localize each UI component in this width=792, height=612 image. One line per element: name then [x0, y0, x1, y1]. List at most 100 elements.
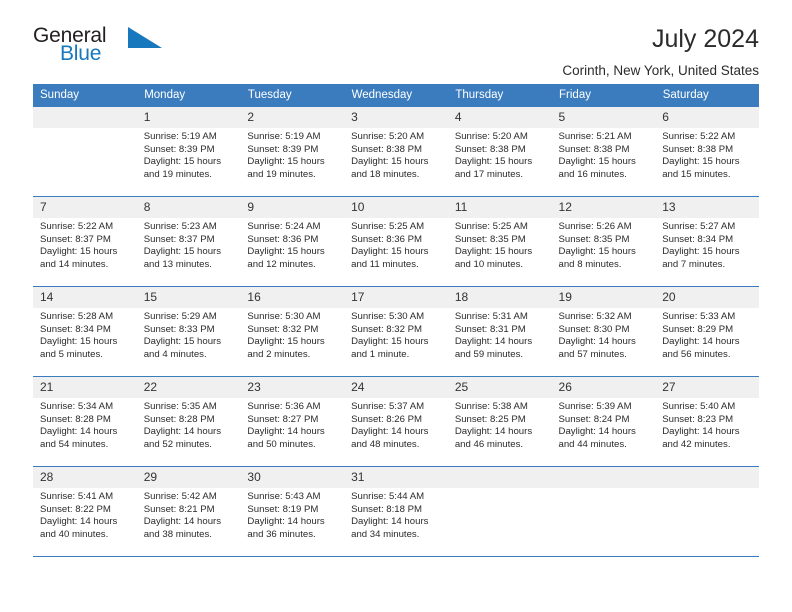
day-number: 18	[447, 287, 552, 308]
calendar-day-cell[interactable]: 29 Sunrise: 5:42 AM Sunset: 8:21 PM Dayligh…	[136, 466, 241, 557]
day-sun-info: Sunrise: 5:20 AM Sunset: 8:38 PM Daylight:…	[344, 128, 448, 181]
calendar-day-cell[interactable]: 26 Sunrise: 5:39 AM Sunset: 8:24 PM Dayligh…	[551, 376, 656, 467]
calendar-day-cell[interactable]: 16 Sunrise: 5:30 AM Sunset: 8:32 PM Dayligh…	[240, 286, 345, 377]
calendar-day-cell[interactable]: 9 Sunrise: 5:24 AM Sunset: 8:36 PM Daylight…	[240, 196, 345, 287]
day-sun-info: Sunrise: 5:44 AM Sunset: 8:18 PM Daylight:…	[344, 488, 448, 541]
calendar-day-cell[interactable]: 11 Sunrise: 5:25 AM Sunset: 8:35 PM Dayligh…	[447, 196, 552, 287]
sunset-time: Sunset: 8:24 PM	[558, 413, 630, 425]
calendar-day-cell[interactable]: 25 Sunrise: 5:38 AM Sunset: 8:25 PM Dayligh…	[447, 376, 552, 467]
calendar-day-cell[interactable]: 19 Sunrise: 5:32 AM Sunset: 8:30 PM Dayligh…	[551, 286, 656, 377]
daylight-duration-line1: Daylight: 15 hours	[247, 246, 325, 258]
calendar-day-cell[interactable]: 1 Sunrise: 5:19 AM Sunset: 8:39 PM Daylight…	[136, 106, 241, 197]
calendar-day-cell[interactable]: 18 Sunrise: 5:31 AM Sunset: 8:31 PM Dayligh…	[447, 286, 552, 377]
sunset-time: Sunset: 8:34 PM	[40, 323, 111, 335]
daylight-duration-line1: Daylight: 14 hours	[351, 426, 429, 438]
sunset-time: Sunset: 8:38 PM	[454, 143, 526, 155]
weekday-header-friday: Friday	[551, 84, 656, 107]
calendar-day-cell[interactable]: 14 Sunrise: 5:28 AM Sunset: 8:34 PM Dayligh…	[33, 286, 137, 377]
daylight-duration-line1: Daylight: 15 hours	[40, 246, 118, 258]
sunrise-time: Sunrise: 5:23 AM	[143, 221, 217, 232]
calendar-day-cell[interactable]: 5 Sunrise: 5:21 AM Sunset: 8:38 PM Daylight…	[551, 106, 656, 197]
calendar-page: General Blue July 2024 Corinth, New York…	[0, 0, 792, 612]
sunrise-time: Sunrise: 5:37 AM	[351, 401, 425, 412]
sunset-time: Sunset: 8:37 PM	[143, 233, 215, 245]
daylight-duration-line2: and 16 minutes.	[558, 168, 627, 180]
day-number: 4	[447, 107, 552, 128]
daylight-duration-line1: Daylight: 15 hours	[40, 336, 118, 348]
sunset-time: Sunset: 8:28 PM	[40, 413, 111, 425]
daylight-duration-line2: and 15 minutes.	[662, 168, 731, 180]
sunrise-time: Sunrise: 5:40 AM	[662, 401, 736, 412]
sunset-time: Sunset: 8:35 PM	[558, 233, 630, 245]
daylight-duration-line1: Daylight: 15 hours	[143, 156, 222, 168]
sunset-time: Sunset: 8:32 PM	[247, 323, 319, 335]
day-sun-info: Sunrise: 5:24 AM Sunset: 8:36 PM Daylight:…	[240, 218, 344, 271]
calendar-day-cell[interactable]: 12 Sunrise: 5:26 AM Sunset: 8:35 PM Dayligh…	[551, 196, 656, 287]
sunset-time: Sunset: 8:33 PM	[143, 323, 215, 335]
day-sun-info: Sunrise: 5:29 AM Sunset: 8:33 PM Daylight:…	[137, 308, 241, 361]
sunrise-time: Sunrise: 5:25 AM	[454, 221, 528, 232]
general-blue-logo: General Blue	[33, 24, 183, 74]
day-number	[33, 107, 137, 128]
calendar-day-cell[interactable]: 13 Sunrise: 5:27 AM Sunset: 8:34 PM Dayligh…	[655, 196, 759, 287]
calendar-day-cell[interactable]: 6 Sunrise: 5:22 AM Sunset: 8:38 PM Daylight…	[655, 106, 759, 197]
sunrise-time: Sunrise: 5:26 AM	[558, 221, 632, 232]
day-sun-info: Sunrise: 5:27 AM Sunset: 8:34 PM Daylight:…	[655, 218, 759, 271]
calendar-day-cell[interactable]: 20 Sunrise: 5:33 AM Sunset: 8:29 PM Dayligh…	[655, 286, 759, 377]
page-subtitle: Corinth, New York, United States	[562, 63, 759, 78]
day-sun-info: Sunrise: 5:25 AM Sunset: 8:35 PM Daylight:…	[448, 218, 552, 271]
calendar-day-cell[interactable]: 30 Sunrise: 5:43 AM Sunset: 8:19 PM Dayligh…	[240, 466, 345, 557]
daylight-duration-line2: and 12 minutes.	[247, 258, 316, 270]
sunrise-time: Sunrise: 5:36 AM	[247, 401, 321, 412]
calendar-day-cell[interactable]: 7 Sunrise: 5:22 AM Sunset: 8:37 PM Daylight…	[33, 196, 137, 287]
daylight-duration-line2: and 18 minutes.	[351, 168, 420, 180]
calendar-day-cell[interactable]: 17 Sunrise: 5:30 AM Sunset: 8:32 PM Dayligh…	[344, 286, 448, 377]
daylight-duration-line2: and 1 minute.	[351, 348, 410, 360]
calendar-day-cell[interactable]: 15 Sunrise: 5:29 AM Sunset: 8:33 PM Dayligh…	[136, 286, 241, 377]
daylight-duration-line1: Daylight: 14 hours	[40, 426, 118, 438]
daylight-duration-line2: and 7 minutes.	[662, 258, 726, 270]
sunrise-time: Sunrise: 5:35 AM	[143, 401, 217, 412]
sunset-time: Sunset: 8:39 PM	[247, 143, 319, 155]
sunset-time: Sunset: 8:28 PM	[143, 413, 215, 425]
calendar-day-cell[interactable]: 2 Sunrise: 5:19 AM Sunset: 8:39 PM Daylight…	[240, 106, 345, 197]
daylight-duration-line2: and 14 minutes.	[40, 258, 109, 270]
sunrise-time: Sunrise: 5:22 AM	[662, 131, 736, 142]
calendar-day-cell[interactable]: 27 Sunrise: 5:40 AM Sunset: 8:23 PM Dayligh…	[655, 376, 759, 467]
calendar-day-cell[interactable]: 4 Sunrise: 5:20 AM Sunset: 8:38 PM Daylight…	[447, 106, 552, 197]
calendar-day-cell[interactable]: 3 Sunrise: 5:20 AM Sunset: 8:38 PM Daylight…	[344, 106, 448, 197]
sunrise-time: Sunrise: 5:20 AM	[351, 131, 425, 142]
calendar-day-cell[interactable]: 10 Sunrise: 5:25 AM Sunset: 8:36 PM Dayligh…	[344, 196, 448, 287]
day-sun-info: Sunrise: 5:43 AM Sunset: 8:19 PM Daylight:…	[240, 488, 344, 541]
daylight-duration-line2: and 59 minutes.	[454, 348, 524, 360]
day-number: 1	[136, 107, 241, 128]
day-sun-info: Sunrise: 5:38 AM Sunset: 8:25 PM Daylight:…	[448, 398, 552, 451]
day-number: 8	[136, 197, 241, 218]
sunset-time: Sunset: 8:32 PM	[351, 323, 423, 335]
day-number: 14	[33, 287, 137, 308]
calendar-week-row: 14 Sunrise: 5:28 AM Sunset: 8:34 PM Dayligh…	[33, 286, 759, 377]
sunset-time: Sunset: 8:22 PM	[40, 503, 111, 515]
calendar-day-cell[interactable]: 31 Sunrise: 5:44 AM Sunset: 8:18 PM Dayligh…	[344, 466, 448, 557]
daylight-duration-line2: and 36 minutes.	[247, 528, 316, 540]
daylight-duration-line1: Daylight: 15 hours	[351, 156, 429, 168]
daylight-duration-line1: Daylight: 15 hours	[143, 246, 222, 258]
calendar-day-cell[interactable]: 22 Sunrise: 5:35 AM Sunset: 8:28 PM Dayligh…	[136, 376, 241, 467]
day-sun-info: Sunrise: 5:28 AM Sunset: 8:34 PM Daylight:…	[33, 308, 137, 361]
day-number: 27	[655, 377, 759, 398]
day-number: 31	[344, 467, 448, 488]
calendar-day-cell[interactable]: 21 Sunrise: 5:34 AM Sunset: 8:28 PM Dayligh…	[33, 376, 137, 467]
sunrise-time: Sunrise: 5:24 AM	[247, 221, 321, 232]
daylight-duration-line1: Daylight: 15 hours	[247, 336, 325, 348]
calendar-week-row: 7 Sunrise: 5:22 AM Sunset: 8:37 PM Daylight…	[33, 196, 759, 287]
daylight-duration-line2: and 19 minutes.	[247, 168, 316, 180]
sunrise-time: Sunrise: 5:22 AM	[40, 221, 114, 232]
sunset-time: Sunset: 8:21 PM	[143, 503, 215, 515]
calendar-day-cell[interactable]: 28 Sunrise: 5:41 AM Sunset: 8:22 PM Dayligh…	[33, 466, 137, 557]
calendar-day-cell[interactable]: 24 Sunrise: 5:37 AM Sunset: 8:26 PM Dayligh…	[344, 376, 448, 467]
calendar-day-cell[interactable]: 23 Sunrise: 5:36 AM Sunset: 8:27 PM Dayligh…	[240, 376, 345, 467]
day-number: 24	[344, 377, 448, 398]
day-number: 13	[655, 197, 759, 218]
calendar-day-cell[interactable]: 8 Sunrise: 5:23 AM Sunset: 8:37 PM Daylight…	[136, 196, 241, 287]
calendar-cell-empty	[447, 466, 552, 557]
